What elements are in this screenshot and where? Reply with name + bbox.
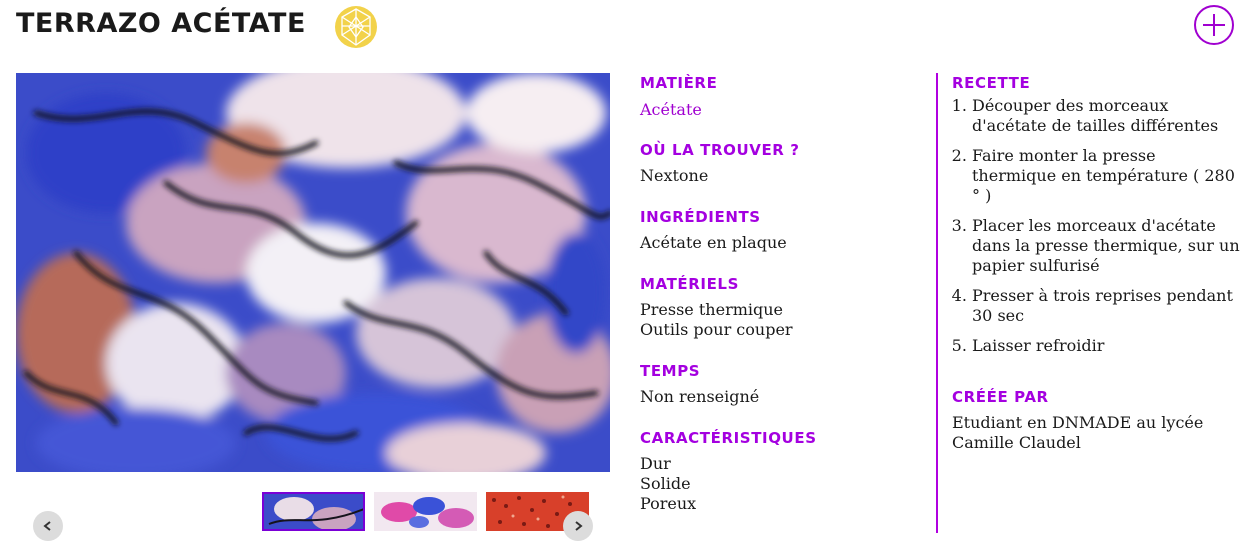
ingredients-value: Acétate en plaque [640, 233, 787, 252]
recipe-column: RECETTE Découper des morceaux d'acétate … [952, 74, 1242, 453]
plus-circle-icon [1203, 14, 1225, 36]
recipe-step: Faire monter la presse thermique en temp… [972, 146, 1242, 206]
caracteristiques-section: CARACTÉRISTIQUES Dur Solide Poreux [640, 429, 920, 514]
creee-par-value-2: Camille Claudel [952, 433, 1081, 452]
caracteristiques-value-1: Dur [640, 454, 671, 473]
add-button[interactable] [1194, 5, 1234, 45]
recipe-step: Découper des morceaux d'acétate de taill… [972, 96, 1242, 136]
recipe-step: Presser à trois reprises pendant 30 sec [972, 286, 1242, 326]
matiere-section: MATIÈRE Acétate [640, 74, 920, 141]
gallery-next-button[interactable] [563, 511, 593, 541]
caracteristiques-value-3: Poreux [640, 494, 697, 513]
recipe-step: Laisser refroidir [972, 336, 1242, 356]
materiels-value-1: Presse thermique [640, 300, 784, 319]
ou-trouver-value: Nextone [640, 166, 709, 185]
creee-par-heading: CRÉÉE PAR [952, 388, 1049, 406]
recipe-steps-list: Découper des morceaux d'acétate de taill… [952, 96, 1242, 356]
gallery-prev-button[interactable] [33, 511, 63, 541]
temps-value: Non renseigné [640, 387, 760, 406]
recipe-step: Placer les morceaux d'acétate dans la pr… [972, 216, 1242, 276]
main-material-photo [16, 73, 610, 472]
ou-trouver-section: OÙ LA TROUVER ? Nextone [640, 141, 920, 208]
chevron-left-icon [43, 521, 51, 531]
materiels-section: MATÉRIELS Presse thermique Outils pour c… [640, 275, 920, 362]
thumbnail-blue-terrazzo[interactable] [262, 492, 365, 531]
ou-trouver-heading: OÙ LA TROUVER ? [640, 141, 800, 159]
creee-par-section: CRÉÉE PAR Etudiant en DNMADE au lycée Ca… [952, 388, 1242, 453]
matiere-value[interactable]: Acétate [640, 100, 920, 120]
ingredients-section: INGRÉDIENTS Acétate en plaque [640, 208, 920, 275]
matiere-heading: MATIÈRE [640, 74, 718, 92]
temps-section: TEMPS Non renseigné [640, 362, 920, 429]
material-details: MATIÈRE Acétate OÙ LA TROUVER ? Nextone … [640, 74, 920, 514]
caracteristiques-value-2: Solide [640, 474, 691, 493]
geodesic-sphere-icon [334, 5, 378, 49]
recette-heading: RECETTE [952, 74, 1031, 92]
ingredients-heading: INGRÉDIENTS [640, 208, 761, 226]
creee-par-value-1: Etudiant en DNMADE au lycée [952, 413, 1204, 432]
temps-heading: TEMPS [640, 362, 701, 380]
materiels-heading: MATÉRIELS [640, 275, 739, 293]
chevron-right-icon [575, 521, 583, 531]
materiels-value-2: Outils pour couper [640, 320, 793, 339]
thumbnail-pink-blue-terrazzo[interactable] [374, 492, 477, 531]
page-title: TERRAZO ACÉTATE [16, 8, 306, 39]
caracteristiques-heading: CARACTÉRISTIQUES [640, 429, 817, 447]
column-divider [936, 73, 938, 533]
